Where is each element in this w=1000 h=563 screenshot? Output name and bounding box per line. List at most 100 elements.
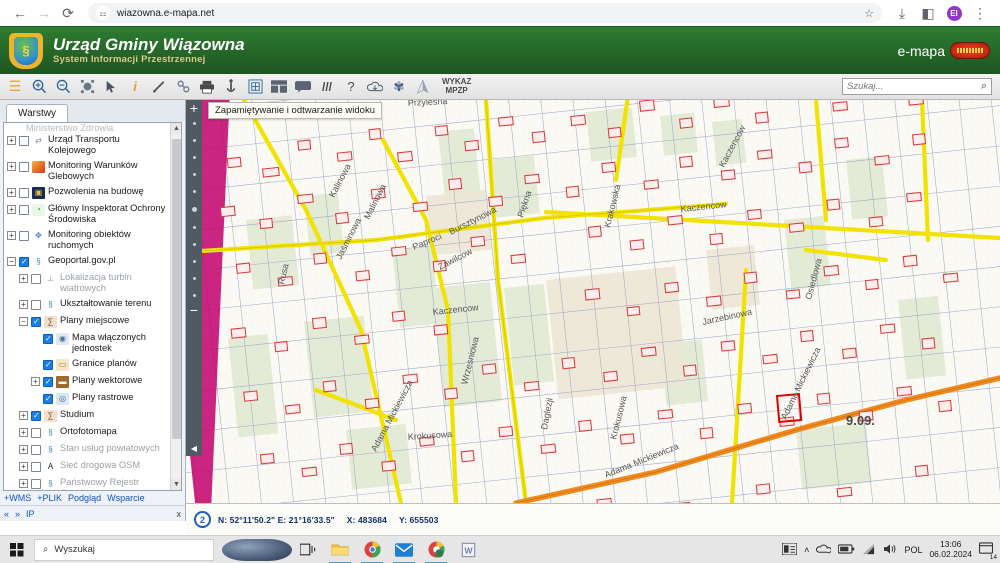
battery-icon[interactable] — [838, 544, 855, 556]
layer-checkbox[interactable] — [31, 479, 41, 489]
word-icon[interactable]: W — [452, 536, 484, 563]
scroll-thumb[interactable] — [172, 139, 181, 439]
zoom-in-button[interactable]: + — [190, 102, 198, 115]
scroll-up-arrow[interactable]: ▲ — [171, 123, 182, 134]
layer-row[interactable]: +▣Pozwolenia na budowę — [4, 184, 170, 201]
site-settings-icon[interactable]: ⚏ — [96, 6, 110, 20]
layer-row[interactable]: +§Stan usług powiatowych — [4, 441, 170, 458]
address-bar[interactable]: ⚏ wiazowna.e-mapa.net ☆ — [88, 3, 882, 23]
tray-expand-icon[interactable]: ˄ — [804, 545, 809, 555]
measure-area-icon[interactable] — [172, 76, 194, 98]
wifi-icon[interactable] — [862, 543, 876, 557]
layer-checkbox[interactable] — [31, 317, 41, 327]
compose-layout-icon[interactable] — [268, 76, 290, 98]
mail-icon[interactable] — [388, 536, 420, 563]
layer-checkbox[interactable] — [19, 188, 29, 198]
layers-tree[interactable]: Ministerstwo Zdrowia +⇄Urząd Transportu … — [4, 123, 170, 490]
zoom-step[interactable] — [193, 226, 196, 229]
scroll-down-arrow[interactable]: ▼ — [171, 479, 182, 490]
onedrive-icon[interactable] — [816, 543, 831, 557]
search-input[interactable] — [847, 81, 981, 92]
language-indicator[interactable]: POL — [904, 545, 922, 555]
emapa-brand[interactable]: e-mapa — [898, 42, 990, 59]
tab-warstwy[interactable]: Warstwy — [6, 104, 68, 122]
zoom-step[interactable] — [193, 277, 196, 280]
download-icon[interactable]: ⤓ — [890, 1, 914, 25]
taskbar-search[interactable]: ⌕ Wyszukaj — [34, 539, 214, 561]
zoom-slider[interactable]: + − — [186, 100, 202, 440]
layer-row[interactable]: +◔Główny Inspektorat Ochrony Środowiska — [4, 201, 170, 227]
chrome-beta-icon[interactable] — [420, 536, 452, 563]
panel-link[interactable]: +WMS — [4, 493, 31, 503]
layer-row[interactable]: +ASieć drogowa OSM — [4, 458, 170, 475]
zoom-step[interactable] — [193, 139, 196, 142]
layers-icon[interactable]: ☰ — [4, 76, 26, 98]
expand-toggle-icon[interactable]: + — [31, 377, 40, 386]
panel-link[interactable]: Wsparcie — [107, 493, 145, 503]
layer-row[interactable]: ◉Mapa włączonych jednostek — [4, 330, 170, 356]
layer-checkbox[interactable] — [19, 162, 29, 172]
expand-toggle-icon[interactable]: + — [19, 479, 28, 488]
layer-row[interactable]: +▬Plany wektorowe — [4, 373, 170, 390]
layer-checkbox[interactable] — [31, 462, 41, 472]
layer-row[interactable]: +§Państwowy Rejestr Granic — [4, 475, 170, 490]
zoom-out-icon[interactable] — [52, 76, 74, 98]
zoom-out-button[interactable]: − — [190, 304, 198, 317]
layer-row[interactable]: +⇄Urząd Transportu Kolejowego — [4, 132, 170, 158]
layer-checkbox[interactable] — [31, 411, 41, 421]
zoom-step[interactable] — [193, 294, 196, 297]
back-icon[interactable]: ← — [8, 1, 32, 25]
zoom-step[interactable] — [193, 122, 196, 125]
layer-checkbox[interactable] — [31, 274, 41, 284]
expand-toggle-icon[interactable]: + — [7, 136, 16, 145]
layer-checkbox[interactable] — [31, 445, 41, 455]
wykaz-mpzp-button[interactable]: WYKAZ MPZP — [442, 78, 471, 95]
layer-checkbox[interactable] — [31, 428, 41, 438]
pan-select-icon[interactable] — [100, 76, 122, 98]
layer-row[interactable]: +∑Studium — [4, 407, 170, 424]
layer-checkbox[interactable] — [43, 360, 53, 370]
close-icon[interactable]: x — [177, 509, 182, 519]
measure-line-icon[interactable] — [148, 76, 170, 98]
hatch-icon[interactable]: /// — [316, 76, 338, 98]
zoom-step-current[interactable] — [192, 207, 197, 212]
chrome-icon[interactable] — [356, 536, 388, 563]
expand-toggle-icon[interactable]: + — [7, 231, 16, 240]
volume-icon[interactable] — [883, 543, 897, 557]
search-box[interactable]: ⌕ — [842, 78, 992, 95]
expand-toggle-icon[interactable]: + — [19, 445, 28, 454]
layer-checkbox[interactable] — [19, 257, 29, 267]
layer-row[interactable]: −§Geoportal.gov.pl — [4, 253, 170, 270]
layer-checkbox[interactable] — [19, 205, 29, 215]
collapse-toggle-icon[interactable]: − — [7, 257, 16, 266]
reload-icon[interactable]: ⟳ — [56, 1, 80, 25]
next-button[interactable]: » — [15, 509, 20, 519]
info-icon[interactable]: i — [124, 76, 146, 98]
zoom-step[interactable] — [193, 243, 196, 246]
expand-toggle-icon[interactable]: + — [19, 411, 28, 420]
zoom-step[interactable] — [193, 156, 196, 159]
layer-checkbox[interactable] — [31, 300, 41, 310]
layer-row[interactable]: +⊥Lokalizacja turbin wiatrowych — [4, 270, 170, 296]
layer-row[interactable]: ▭Granice planów — [4, 356, 170, 373]
expand-toggle-icon[interactable]: + — [7, 205, 16, 214]
forward-icon[interactable]: → — [32, 1, 56, 25]
map-canvas[interactable]: 9.09. PrzylesnaBursztynowaKalinowaMalino… — [186, 100, 1000, 503]
print-icon[interactable] — [196, 76, 218, 98]
layer-row[interactable]: −∑Plany miejscowe — [4, 313, 170, 330]
expand-toggle-icon[interactable]: + — [19, 274, 28, 283]
layer-row[interactable]: +§Ortofotomapa — [4, 424, 170, 441]
profile-avatar[interactable]: El — [942, 1, 966, 25]
file-explorer-icon[interactable] — [324, 536, 356, 563]
panel-link[interactable]: Podgląd — [68, 493, 101, 503]
panel-collapse-button[interactable]: ◀ — [186, 440, 202, 456]
layers-scrollbar[interactable]: ▲ ▼ — [170, 123, 181, 490]
display-icon[interactable] — [782, 543, 797, 557]
parcel-search-icon[interactable] — [244, 76, 266, 98]
collapse-toggle-icon[interactable]: − — [19, 317, 28, 326]
expand-toggle-icon[interactable]: + — [7, 188, 16, 197]
layer-checkbox[interactable] — [43, 377, 53, 387]
expand-toggle-icon[interactable]: + — [19, 300, 28, 309]
layer-row[interactable]: +§Ukształtowanie terenu — [4, 296, 170, 313]
bookmark-star-icon[interactable]: ☆ — [864, 7, 874, 20]
